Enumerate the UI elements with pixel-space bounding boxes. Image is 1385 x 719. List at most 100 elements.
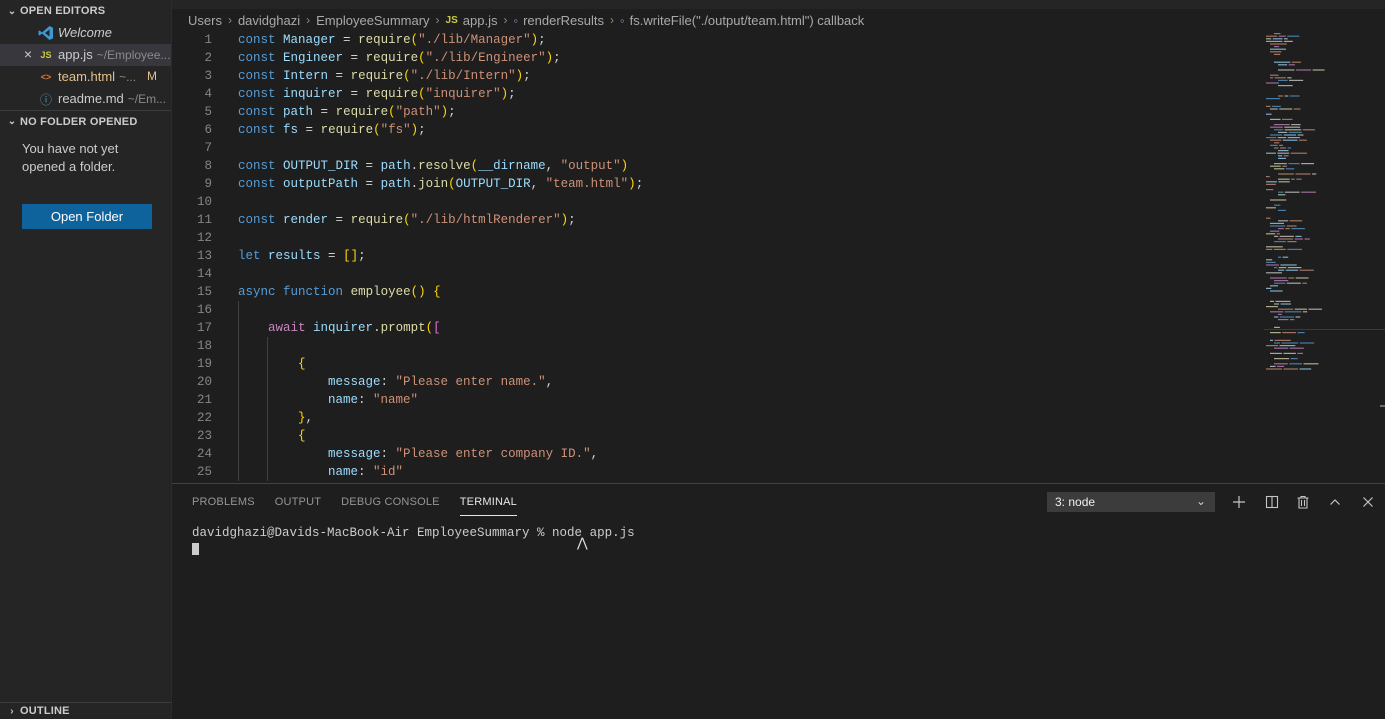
code-line[interactable]: 12 [172, 229, 1262, 247]
minimap-line [1274, 326, 1280, 328]
open-editor-readme-md[interactable]: ⓘ readme.md ~/Em... [0, 88, 171, 110]
open-editor-welcome[interactable]: Welcome [0, 22, 171, 44]
minimap-line [1295, 173, 1311, 175]
chevron-up-icon[interactable] [1324, 491, 1346, 513]
minimap-line [1266, 40, 1283, 42]
minimap-line [1284, 191, 1300, 193]
terminal-select[interactable]: 3: node ⌄ [1047, 492, 1215, 512]
open-editor-app-js[interactable]: × JS app.js ~/Employee... [0, 44, 171, 66]
code-line[interactable]: 25 name: "id" [172, 463, 1262, 481]
minimap-line [1278, 267, 1287, 269]
breadcrumb-item[interactable]: renderResults [523, 13, 604, 28]
js-file-icon: JS [445, 14, 458, 26]
open-editors-label: OPEN EDITORS [20, 5, 106, 17]
breadcrumb-item[interactable]: EmployeeSummary [316, 13, 429, 28]
terminal-cursor [192, 543, 199, 555]
minimap-line [1279, 147, 1287, 149]
code-line[interactable]: 5 const path = require("path"); [172, 103, 1262, 121]
minimap[interactable] [1262, 31, 1385, 483]
code-line[interactable]: 18 [172, 337, 1262, 355]
code-line[interactable]: 23 { [172, 427, 1262, 445]
code-editor[interactable]: 1 const Manager = require("./lib/Manager"… [172, 31, 1262, 483]
chevron-right-icon: › [610, 13, 615, 27]
terminal-output[interactable]: davidghazi@Davids-MacBook-Air EmployeeSu… [192, 525, 635, 541]
open-editor-label: Welcome [58, 25, 112, 40]
code-line[interactable]: 11 const render = require("./lib/htmlRend… [172, 211, 1262, 229]
minimap-line [1294, 238, 1304, 240]
code-text: name: "id" [328, 465, 404, 479]
minimap-line [1270, 290, 1283, 292]
trash-icon[interactable] [1292, 491, 1314, 513]
close-icon[interactable] [1357, 491, 1379, 513]
tab-problems[interactable]: PROBLEMS [192, 494, 255, 516]
breadcrumb-item[interactable]: davidghazi [238, 13, 300, 28]
code-line[interactable]: 19 { [172, 355, 1262, 373]
minimap-line [1278, 319, 1289, 321]
minimap-line [1279, 144, 1283, 146]
code-line[interactable]: 4 const inquirer = require("inquirer"); [172, 85, 1262, 103]
code-text: const path = require("path"); [238, 105, 456, 119]
code-line[interactable]: 6 const fs = require("fs"); [172, 121, 1262, 139]
code-line[interactable]: 8 const OUTPUT_DIR = path.resolve(__dirna… [172, 157, 1262, 175]
minimap-line [1302, 311, 1308, 313]
minimap-line [1270, 339, 1274, 341]
terminal-select-value: 3: node [1055, 495, 1096, 509]
minimap-line [1290, 152, 1307, 154]
code-line[interactable]: 13 let results = []; [172, 247, 1262, 265]
tab-output[interactable]: OUTPUT [275, 494, 321, 516]
minimap-line [1299, 342, 1315, 344]
minimap-line [1287, 137, 1300, 139]
minimap-line [1266, 137, 1277, 139]
code-line[interactable]: 15 async function employee() { [172, 283, 1262, 301]
code-line[interactable]: 14 [172, 265, 1262, 283]
tab-terminal[interactable]: TERMINAL [459, 494, 517, 516]
outline-header[interactable]: › OUTLINE [0, 702, 172, 719]
breadcrumb-item[interactable]: Users [188, 13, 222, 28]
close-icon[interactable]: × [22, 46, 34, 62]
minimap-line [1278, 173, 1294, 175]
open-editor-label: readme.md ~/Em... [58, 91, 167, 106]
minimap-line [1266, 113, 1272, 115]
code-line[interactable]: 10 [172, 193, 1262, 211]
breadcrumb-item[interactable]: fs.writeFile("./output/team.html") callb… [630, 13, 865, 28]
code-line[interactable]: 2 const Engineer = require("./lib/Enginee… [172, 49, 1262, 67]
minimap-line [1290, 358, 1298, 360]
minimap-line [1266, 246, 1283, 248]
tab-debug-console[interactable]: DEBUG CONSOLE [341, 494, 440, 516]
minimap-line [1288, 163, 1300, 165]
code-line[interactable]: 9 const outputPath = path.join(OUTPUT_DIR… [172, 175, 1262, 193]
code-text: const Manager = require("./lib/Manager")… [238, 33, 546, 47]
code-line[interactable]: 21 name: "name" [172, 391, 1262, 409]
plus-icon[interactable] [1228, 491, 1250, 513]
split-icon[interactable] [1261, 491, 1283, 513]
code-line[interactable]: 7 [172, 139, 1262, 157]
code-line[interactable]: 20 message: "Please enter name.", [172, 373, 1262, 391]
minimap-line [1301, 163, 1315, 165]
code-line[interactable]: 16 [172, 301, 1262, 319]
code-text: const render = require("./lib/htmlRender… [238, 213, 576, 227]
minimap-line [1266, 105, 1271, 107]
open-editors-header[interactable]: ⌄ OPEN EDITORS [0, 0, 171, 22]
open-editor-team-html[interactable]: <> team.html ~... M [0, 66, 171, 88]
code-line[interactable]: 22 }, [172, 409, 1262, 427]
code-line[interactable]: 1 const Manager = require("./lib/Manager"… [172, 31, 1262, 49]
code-line[interactable]: 17 await inquirer.prompt([ [172, 319, 1262, 337]
minimap-line [1266, 306, 1278, 308]
minimap-line [1287, 35, 1300, 37]
editor-tab-strip [172, 0, 1385, 9]
open-folder-button[interactable]: Open Folder [22, 204, 152, 229]
minimap-line [1282, 139, 1298, 141]
code-line[interactable]: 24 message: "Please enter company ID.", [172, 445, 1262, 463]
minimap-line [1288, 277, 1295, 279]
minimap-line [1278, 35, 1286, 37]
breadcrumb-item[interactable]: app.js [463, 13, 498, 28]
minimap-line [1270, 311, 1284, 313]
minimap-line [1295, 277, 1309, 279]
code-line[interactable]: 3 const Intern = require("./lib/Intern"); [172, 67, 1262, 85]
minimap-line [1278, 178, 1290, 180]
minimap-line [1278, 155, 1283, 157]
code-text: async function employee() { [238, 285, 441, 299]
minimap-line [1297, 332, 1305, 334]
minimap-line [1278, 181, 1290, 183]
no-folder-header[interactable]: ⌄ NO FOLDER OPENED [0, 110, 171, 132]
